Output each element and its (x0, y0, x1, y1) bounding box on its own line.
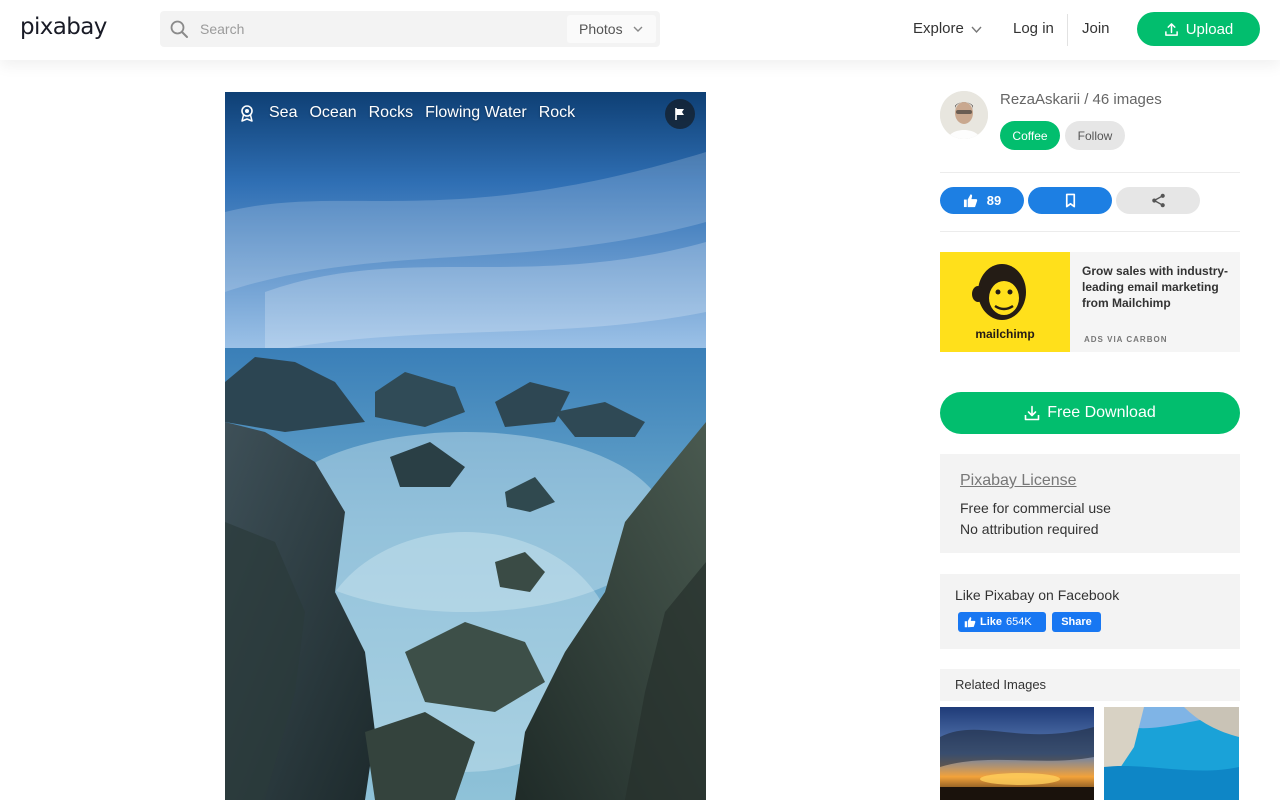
top-header: pixabay Photos Explore Log in Join Uploa… (0, 0, 1280, 60)
uploader-name[interactable]: RezaAskarii / 46 images (1000, 91, 1162, 108)
download-icon (1024, 405, 1040, 421)
tag-link[interactable]: Rocks (369, 104, 413, 122)
nav-divider (1067, 14, 1068, 46)
photo-tags: Sea Ocean Rocks Flowing Water Rock (239, 104, 575, 122)
license-commercial: Free for commercial use (960, 500, 1111, 516)
ad-text[interactable]: Grow sales with industry-leading email m… (1082, 263, 1232, 311)
media-type-select[interactable]: Photos (567, 15, 656, 43)
follow-button[interactable]: Follow (1065, 121, 1125, 150)
report-button[interactable] (665, 99, 695, 129)
ad-image: mailchimp (940, 252, 1070, 352)
like-count: 89 (986, 193, 1002, 208)
upload-icon (1164, 22, 1178, 36)
related-image-thumbnail[interactable] (1104, 707, 1239, 800)
search-input[interactable] (200, 11, 566, 47)
ad-brand: mailchimp (975, 327, 1035, 341)
thumbs-up-icon (964, 617, 976, 628)
download-label: Free Download (1047, 404, 1156, 421)
facebook-like-button[interactable]: Like 654K (958, 612, 1046, 632)
divider (940, 231, 1240, 232)
search-icon[interactable] (169, 19, 189, 39)
related-images-title: Related Images (955, 677, 1047, 692)
license-link[interactable]: Pixabay License (960, 472, 1220, 490)
explore-menu[interactable]: Explore (913, 20, 982, 37)
flag-icon (675, 108, 684, 120)
related-images-header: Related Images (940, 669, 1240, 701)
tag-link[interactable]: Ocean (309, 104, 356, 122)
sponsored-ad[interactable]: mailchimp Grow sales with industry-leadi… (940, 252, 1240, 352)
facebook-box: Like Pixabay on Facebook Like 654K Share (940, 574, 1240, 649)
tag-link[interactable]: Sea (269, 104, 297, 122)
login-link[interactable]: Log in (1013, 20, 1054, 37)
pixabay-logo[interactable]: pixabay (20, 14, 107, 40)
sunset-image (940, 707, 1094, 800)
facebook-like-count: 654K (1006, 616, 1032, 628)
upload-button[interactable]: Upload (1137, 12, 1260, 46)
join-link[interactable]: Join (1082, 20, 1110, 37)
avatar[interactable] (940, 91, 988, 139)
free-download-button[interactable]: Free Download (940, 392, 1240, 434)
facebook-share-button[interactable]: Share (1052, 612, 1101, 632)
share-icon (1151, 193, 1165, 208)
chevron-down-icon (633, 26, 643, 32)
bookmark-icon (1065, 193, 1075, 208)
tag-link[interactable]: Rock (539, 104, 575, 122)
bookmark-button[interactable] (1028, 187, 1112, 214)
tag-link[interactable]: Flowing Water (425, 104, 527, 122)
upload-label: Upload (1185, 20, 1234, 38)
coffee-button[interactable]: Coffee (1000, 121, 1060, 150)
main-photo[interactable]: Sea Ocean Rocks Flowing Water Rock (225, 92, 706, 800)
license-box: Pixabay License Free for commercial use … (940, 454, 1240, 553)
beach-cove-image (1104, 707, 1239, 800)
search-bar: Photos (160, 11, 660, 47)
share-button[interactable] (1116, 187, 1200, 214)
photo-image (225, 92, 706, 800)
facebook-title: Like Pixabay on Facebook (955, 587, 1120, 603)
explore-label: Explore (913, 20, 964, 37)
media-type-label: Photos (579, 21, 623, 37)
license-attribution: No attribution required (960, 521, 1099, 537)
chevron-down-icon (971, 26, 982, 34)
facebook-like-label: Like (980, 616, 1003, 628)
like-button[interactable]: 89 (940, 187, 1024, 214)
thumbs-up-icon (963, 194, 977, 208)
ad-via-link[interactable]: ADS VIA CARBON (1084, 335, 1167, 344)
divider (940, 172, 1240, 173)
related-image-thumbnail[interactable] (940, 707, 1094, 800)
avatar-image (940, 91, 988, 139)
award-icon (241, 105, 253, 122)
